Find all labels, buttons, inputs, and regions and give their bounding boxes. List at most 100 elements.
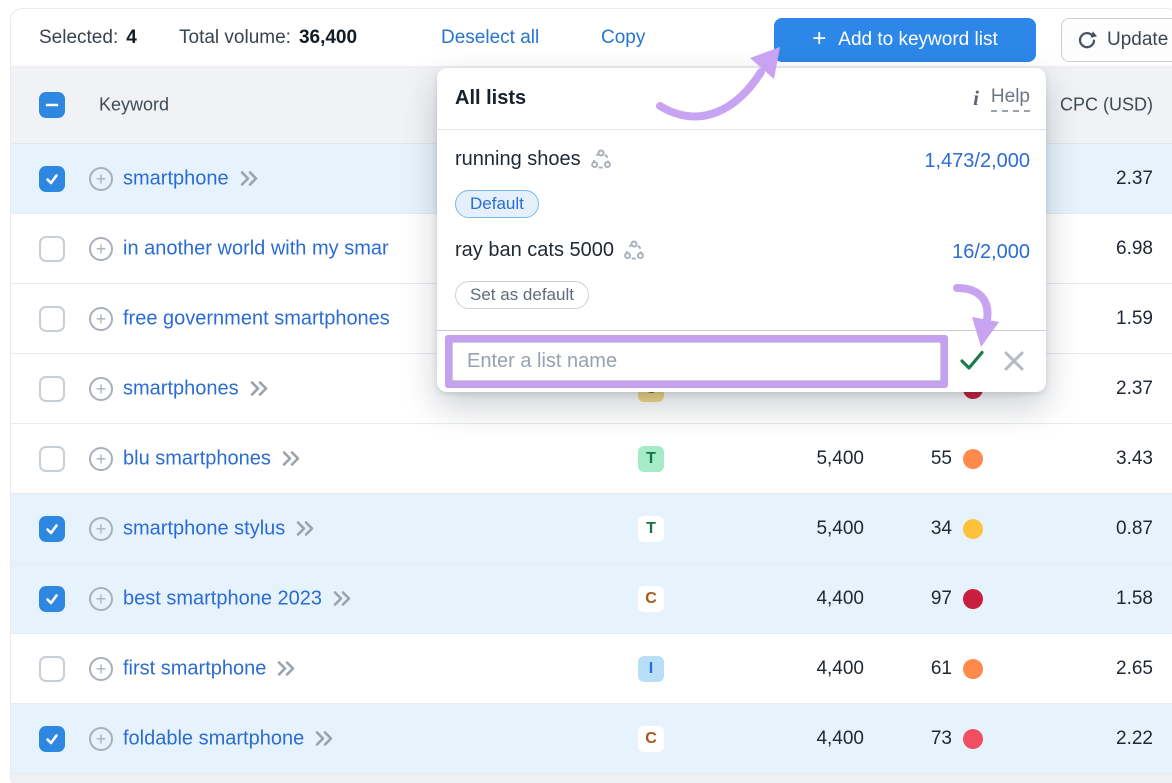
table-row[interactable]: + best smartphone 2023 C 4,400 97 1.58 — [11, 564, 1172, 634]
default-badge: Default — [455, 190, 539, 218]
keyword-link[interactable]: free government smartphones — [123, 307, 390, 330]
info-icon[interactable]: i — [973, 86, 979, 111]
row-checkbox[interactable] — [39, 586, 65, 612]
keyword-link[interactable]: smartphones — [123, 377, 239, 400]
cpc-cell: 1.59 — [1051, 308, 1153, 330]
kd-cell: 34 — [871, 518, 983, 540]
list-item-name[interactable]: running shoes — [455, 148, 612, 171]
intent-badge: C — [638, 726, 664, 752]
expand-chevron-icon[interactable] — [276, 659, 298, 679]
cancel-button[interactable] — [1003, 350, 1025, 372]
kd-cell: 61 — [871, 658, 983, 680]
total-volume-value: 36,400 — [299, 27, 357, 49]
table-row[interactable]: + smartphone stylus T 5,400 34 0.87 — [11, 494, 1172, 564]
selection-toolbar: Selected: 4 Total volume: 36,400 Deselec… — [11, 9, 1172, 67]
list-name-input-highlight — [445, 335, 948, 388]
row-checkbox[interactable] — [39, 166, 65, 192]
keyword-cell: in another world with my smar — [123, 237, 389, 260]
kd-dot — [963, 729, 983, 749]
expand-chevron-icon[interactable] — [249, 379, 271, 399]
set-as-default-button[interactable]: Set as default — [455, 281, 589, 309]
keyword-cell: first smartphone — [123, 657, 298, 680]
check-icon — [45, 592, 59, 606]
column-header-cpc[interactable]: CPC (USD) — [1051, 95, 1153, 116]
list-count[interactable]: 16/2,000 — [952, 241, 1030, 264]
add-keyword-icon[interactable]: + — [89, 447, 113, 471]
table-row[interactable]: + foldable smartphone C 4,400 73 2.22 — [11, 704, 1172, 774]
kd-cell: 55 — [871, 448, 983, 470]
volume-cell: 4,400 — [754, 588, 864, 610]
list-name-input[interactable] — [452, 342, 941, 381]
cpc-cell: 2.37 — [1051, 168, 1153, 190]
keyword-cell: foldable smartphone — [123, 727, 336, 750]
keyword-cell: best smartphone 2023 — [123, 587, 354, 610]
help-group: i Help — [973, 86, 1030, 112]
keyword-link[interactable]: in another world with my smar — [123, 237, 389, 260]
cpc-cell: 2.22 — [1051, 728, 1153, 750]
add-keyword-icon[interactable]: + — [89, 657, 113, 681]
update-button[interactable]: Update — [1061, 18, 1172, 62]
refresh-icon — [1077, 30, 1097, 50]
add-keyword-icon[interactable]: + — [89, 237, 113, 261]
expand-chevron-icon[interactable] — [281, 449, 303, 469]
expand-chevron-icon[interactable] — [239, 169, 261, 189]
kd-dot — [963, 659, 983, 679]
popup-title: All lists — [455, 87, 526, 110]
select-all-checkbox[interactable] — [39, 92, 65, 118]
row-checkbox[interactable] — [39, 236, 65, 262]
table-row[interactable]: + blu smartphones T 5,400 55 3.43 — [11, 424, 1172, 494]
check-icon — [45, 732, 59, 746]
check-icon — [45, 522, 59, 536]
keyword-link[interactable]: foldable smartphone — [123, 727, 304, 750]
help-link[interactable]: Help — [991, 86, 1030, 112]
keyword-cell: smartphone — [123, 167, 261, 190]
deselect-all-link[interactable]: Deselect all — [441, 27, 539, 49]
intent-badge: T — [638, 516, 664, 542]
list-count[interactable]: 1,473/2,000 — [924, 150, 1030, 173]
add-keyword-icon[interactable]: + — [89, 377, 113, 401]
add-keyword-icon[interactable]: + — [89, 307, 113, 331]
kd-dot — [963, 449, 983, 469]
table-row[interactable]: + first smartphone I 4,400 61 2.65 — [11, 634, 1172, 704]
keyword-link[interactable]: blu smartphones — [123, 447, 271, 470]
intent-badge: T — [638, 446, 664, 472]
expand-chevron-icon[interactable] — [332, 589, 354, 609]
add-keyword-icon[interactable]: + — [89, 587, 113, 611]
intent-badge: C — [638, 586, 664, 612]
keyword-link[interactable]: smartphone stylus — [123, 517, 285, 540]
kd-dot — [963, 589, 983, 609]
volume-cell: 4,400 — [754, 658, 864, 680]
copy-link[interactable]: Copy — [601, 27, 645, 49]
keyword-magic-tool-screen: Selected: 4 Total volume: 36,400 Deselec… — [0, 0, 1172, 782]
row-checkbox[interactable] — [39, 516, 65, 542]
list-item-name[interactable]: ray ban cats 5000 — [455, 239, 645, 262]
kd-cell: 73 — [871, 728, 983, 750]
volume-cell: 4,400 — [754, 728, 864, 750]
volume-cell: 5,400 — [754, 518, 864, 540]
add-to-keyword-list-label: Add to keyword list — [838, 29, 997, 51]
add-to-keyword-list-button[interactable]: + Add to keyword list — [774, 18, 1036, 62]
row-checkbox[interactable] — [39, 656, 65, 682]
confirm-button[interactable] — [959, 348, 985, 374]
keyword-link[interactable]: first smartphone — [123, 657, 266, 680]
cpc-cell: 6.98 — [1051, 238, 1153, 260]
kd-cell: 97 — [871, 588, 983, 610]
selected-value: 4 — [126, 27, 137, 49]
row-checkbox[interactable] — [39, 376, 65, 402]
keyword-link[interactable]: smartphone — [123, 167, 229, 190]
row-checkbox[interactable] — [39, 726, 65, 752]
add-keyword-icon[interactable]: + — [89, 167, 113, 191]
indeterminate-icon — [45, 98, 59, 112]
row-checkbox[interactable] — [39, 446, 65, 472]
all-lists-popup: All lists i Help running shoes 1,473/2,0… — [437, 68, 1046, 392]
row-checkbox[interactable] — [39, 306, 65, 332]
update-label: Update — [1107, 29, 1168, 51]
expand-chevron-icon[interactable] — [314, 729, 336, 749]
keyword-cell: smartphones — [123, 377, 271, 400]
shared-list-icon — [623, 240, 645, 262]
add-keyword-icon[interactable]: + — [89, 727, 113, 751]
add-keyword-icon[interactable]: + — [89, 517, 113, 541]
column-header-keyword[interactable]: Keyword — [99, 95, 169, 116]
keyword-link[interactable]: best smartphone 2023 — [123, 587, 322, 610]
expand-chevron-icon[interactable] — [295, 519, 317, 539]
